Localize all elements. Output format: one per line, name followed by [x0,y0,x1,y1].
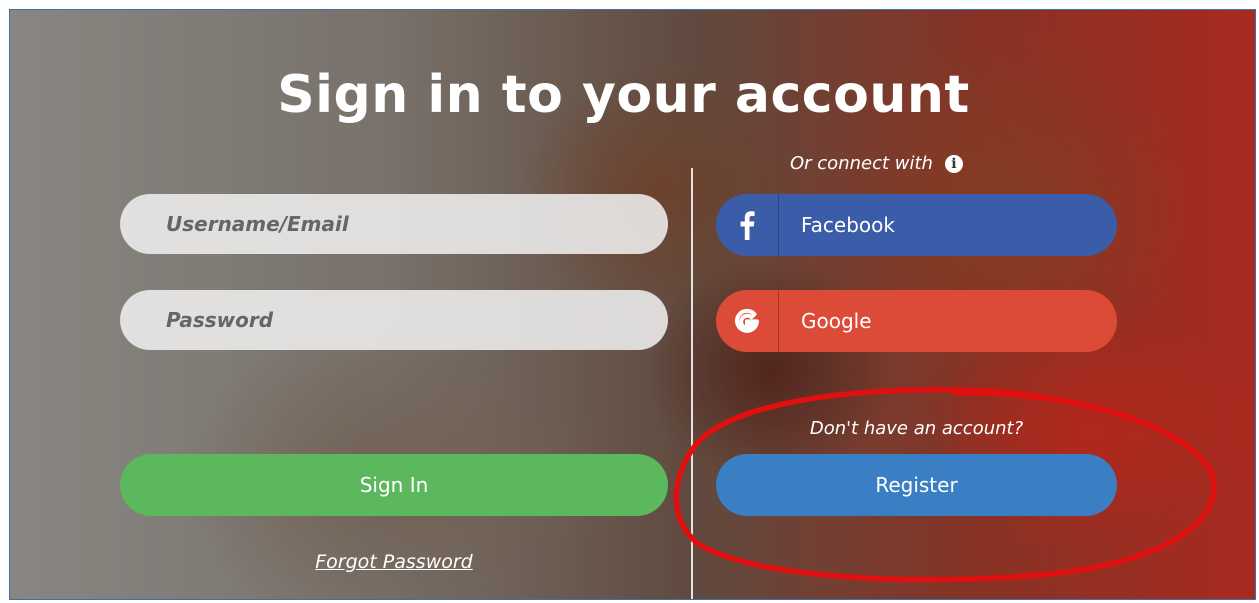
username-input[interactable] [120,194,668,254]
facebook-label: Facebook [801,213,895,237]
sign-in-button[interactable]: Sign In [120,454,668,516]
no-account-prompt: Don't have an account? [809,418,1024,439]
connect-with-text: Or connect with [790,153,933,174]
info-icon[interactable]: i [944,154,963,173]
connect-with-label: Or connect with i [790,153,1030,174]
page-title: Sign in to your account [277,65,970,125]
signin-panel: Sign in to your account Sign In Forgot P… [9,9,1256,600]
vertical-divider [691,168,693,599]
facebook-icon [716,194,779,256]
google-icon [716,290,779,352]
google-button[interactable]: Google [716,290,1117,352]
password-input[interactable] [120,290,668,350]
register-button[interactable]: Register [716,454,1117,516]
google-label: Google [801,309,872,333]
facebook-button[interactable]: Facebook [716,194,1117,256]
forgot-password-link[interactable]: Forgot Password [120,551,668,573]
